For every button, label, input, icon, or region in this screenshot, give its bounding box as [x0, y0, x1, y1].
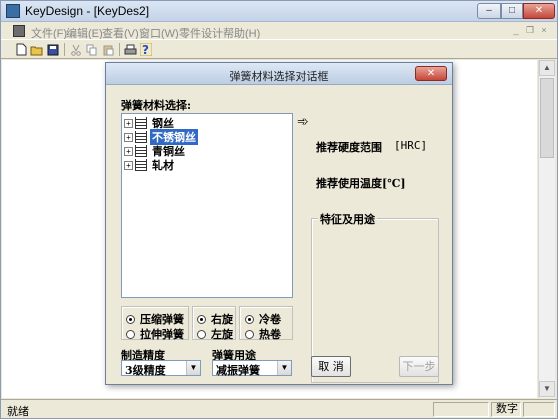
radio-label: 压缩弹簧 [140, 313, 184, 326]
status-bar: 就绪 数字 [1, 399, 557, 418]
cut-icon[interactable] [68, 42, 84, 57]
status-cell-empty [433, 402, 489, 417]
window-title: KeyDesign - [KeyDes2] [25, 4, 150, 18]
arrow-right-icon: ➾ [297, 113, 309, 129]
radio-cold-coiled[interactable]: 冷卷 [245, 311, 281, 327]
tree-item-rolled-material[interactable]: + 轧材 [124, 158, 176, 172]
document-menu-icon[interactable] [13, 25, 25, 37]
tree-item-label: 轧材 [152, 159, 174, 172]
menu-bar: 文件(F) 编辑(E) 查看(V) 窗口(W) 零件设计 帮助(H) _ ❐ × [1, 23, 557, 40]
scroll-up-icon[interactable]: ▲ [539, 60, 555, 76]
radio-label: 左旋 [211, 328, 233, 341]
toolbar-separator [119, 43, 120, 56]
copy-icon[interactable] [84, 42, 100, 57]
expand-icon[interactable]: + [124, 160, 133, 170]
help-icon[interactable]: ? [138, 42, 154, 57]
print-icon[interactable] [122, 42, 138, 57]
coiling-group: 冷卷 热卷 [239, 306, 293, 342]
radio-dot [126, 314, 135, 324]
mdi-minimize-button[interactable]: _ [510, 25, 522, 36]
chevron-down-icon[interactable]: ▼ [186, 361, 200, 375]
radio-label: 热卷 [259, 328, 281, 341]
expand-icon[interactable]: + [124, 146, 133, 156]
precision-select[interactable]: 3级精度 ▼ [121, 360, 201, 377]
toolbar: ? [1, 39, 557, 59]
material-selection-dialog: 弹簧材料选择对话框 ✕ 弹簧材料选择: + 钢丝 + 不锈钢丝 + 青铜丝 + … [105, 62, 453, 385]
status-num-indicator: 数字 [491, 402, 521, 417]
vertical-scrollbar[interactable]: ▲ ▼ [538, 60, 555, 398]
maximize-button[interactable]: □ [501, 3, 523, 19]
title-bar[interactable]: KeyDesign - [KeyDes2] – □ ✕ [1, 1, 557, 22]
open-icon[interactable] [29, 42, 45, 57]
tree-item-bronze-wire[interactable]: + 青铜丝 [124, 144, 187, 158]
spring-icon [135, 131, 147, 143]
radio-hot-coiled[interactable]: 热卷 [245, 326, 281, 342]
expand-icon[interactable]: + [124, 118, 133, 128]
spring-icon [135, 145, 147, 157]
radio-label: 拉伸弹簧 [140, 328, 184, 341]
rotation-group: 右旋 左旋 [192, 306, 236, 342]
radio-right-hand[interactable]: 右旋 [197, 311, 233, 327]
svg-text:?: ? [142, 43, 149, 56]
hardness-label: 推荐硬度范围 [316, 141, 382, 154]
radio-dot [197, 314, 206, 324]
paste-icon[interactable] [100, 42, 116, 57]
close-button[interactable]: ✕ [523, 3, 555, 19]
mdi-restore-button[interactable]: ❐ [524, 25, 536, 36]
radio-label: 冷卷 [259, 313, 281, 326]
minimize-button[interactable]: – [477, 3, 501, 19]
radio-dot [197, 329, 206, 339]
precision-value: 3级精度 [125, 364, 166, 377]
spring-icon [135, 117, 147, 129]
new-icon[interactable] [13, 42, 29, 57]
hardness-unit: [HRC] [394, 139, 428, 152]
radio-dot [245, 329, 254, 339]
usage-select[interactable]: 减振弹簧 ▼ [212, 360, 292, 377]
status-text: 就绪 [7, 406, 29, 418]
mdi-close-button[interactable]: × [538, 25, 550, 36]
spring-type-group: 压缩弹簧 拉伸弹簧 [121, 306, 189, 342]
app-icon[interactable] [6, 4, 20, 18]
status-cell-empty-2 [523, 402, 555, 417]
radio-dot [126, 329, 135, 339]
next-button[interactable]: 下一步 [399, 356, 439, 377]
save-icon[interactable] [45, 42, 61, 57]
temperature-label: 推荐使用温度[℃] [316, 177, 406, 190]
radio-label: 右旋 [211, 313, 233, 326]
expand-icon[interactable]: + [124, 132, 133, 142]
chevron-down-icon[interactable]: ▼ [277, 361, 291, 375]
dialog-title-bar[interactable]: 弹簧材料选择对话框 ✕ [106, 63, 452, 85]
features-label: 特征及用途 [318, 211, 377, 227]
toolbar-separator [64, 43, 65, 56]
usage-value: 减振弹簧 [216, 364, 260, 377]
tree-item-steel-wire[interactable]: + 钢丝 [124, 116, 176, 130]
tree-item-stainless-wire[interactable]: + 不锈钢丝 [124, 129, 198, 145]
radio-tension-spring[interactable]: 拉伸弹簧 [126, 326, 184, 342]
material-tree[interactable]: + 钢丝 + 不锈钢丝 + 青铜丝 + 轧材 [121, 113, 293, 298]
dialog-close-button[interactable]: ✕ [415, 66, 447, 81]
radio-left-hand[interactable]: 左旋 [197, 326, 233, 342]
scroll-down-icon[interactable]: ▼ [539, 381, 555, 397]
radio-compression-spring[interactable]: 压缩弹簧 [126, 311, 184, 327]
scroll-thumb[interactable] [540, 78, 554, 158]
material-label: 弹簧材料选择: [121, 99, 192, 112]
cancel-button[interactable]: 取 消 [311, 356, 351, 377]
spring-icon [135, 159, 147, 171]
dialog-title: 弹簧材料选择对话框 [229, 71, 329, 83]
radio-dot [245, 314, 254, 324]
